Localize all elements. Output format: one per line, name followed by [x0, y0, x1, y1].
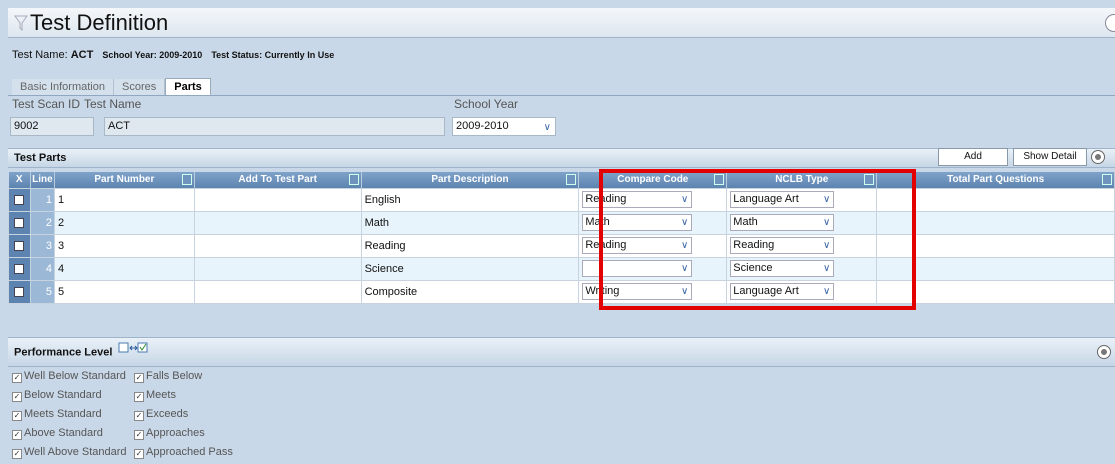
- checkbox-checked-icon[interactable]: ✓: [134, 411, 144, 421]
- performance-item: ✓ Well Below Standard: [12, 370, 126, 383]
- school-year-text: School Year: 2009-2010: [102, 50, 203, 60]
- part-number-cell[interactable]: 1: [53, 187, 195, 212]
- part-number-cell[interactable]: 3: [53, 233, 195, 258]
- row-checkbox[interactable]: [14, 286, 25, 297]
- sort-icon[interactable]: [566, 174, 577, 185]
- checkbox-checked-icon[interactable]: ✓: [12, 392, 22, 402]
- checkbox-checked-icon[interactable]: ✓: [134, 392, 144, 402]
- part-description-cell[interactable]: Composite: [360, 279, 580, 304]
- checkbox-checked-icon[interactable]: ✓: [12, 430, 22, 440]
- column-header[interactable]: Add To Test Part: [194, 172, 362, 188]
- performance-level-header: Performance Level: [8, 337, 1115, 367]
- part-description-cell[interactable]: Reading: [360, 233, 580, 258]
- part-number-cell[interactable]: 2: [53, 210, 195, 235]
- table-row: 1 1 English Reading ∨ Language Art ∨: [8, 187, 1115, 212]
- add-to-part-cell[interactable]: [193, 187, 362, 212]
- performance-item: ✓ Above Standard: [12, 427, 103, 440]
- tab-basic-information[interactable]: Basic Information: [12, 79, 114, 96]
- part-description-cell[interactable]: English: [360, 187, 580, 212]
- test-name-field[interactable]: ACT: [104, 117, 445, 136]
- line-number: 1: [29, 187, 55, 212]
- highlight-box: [599, 169, 916, 310]
- test-status-text: Test Status: Currently In Use: [211, 50, 335, 60]
- scan-id-field[interactable]: 9002: [10, 117, 94, 136]
- performance-item: ✓ Below Standard: [12, 389, 102, 402]
- table-row: 4 4 Science ∨ Science ∨: [8, 256, 1115, 281]
- line-number: 3: [29, 233, 55, 258]
- table-header-row: X Line Part Number Add To Test Part Part…: [8, 172, 1115, 188]
- checkbox-checked-icon[interactable]: ✓: [12, 373, 22, 383]
- line-number: 2: [29, 210, 55, 235]
- chevron-down-icon: ∨: [543, 122, 551, 133]
- test-name-value: ACT: [70, 49, 94, 61]
- sort-icon[interactable]: [1102, 174, 1112, 185]
- part-number-cell[interactable]: 5: [53, 279, 195, 304]
- checkbox-checked-icon[interactable]: ✓: [134, 373, 144, 383]
- test-parts-title: Test Parts: [14, 152, 67, 164]
- add-to-part-cell[interactable]: [193, 279, 362, 304]
- options-icon[interactable]: [1097, 345, 1111, 359]
- tab-scores[interactable]: Scores: [113, 79, 166, 96]
- tab-bar: Basic Information Scores Parts: [12, 78, 211, 96]
- performance-item: ✓ Well Above Standard: [12, 446, 127, 459]
- column-header[interactable]: Line: [30, 172, 55, 188]
- table-row: 5 5 Composite Writing ∨ Language Art ∨: [8, 279, 1115, 304]
- sort-icon[interactable]: [348, 174, 359, 185]
- checkbox-checked-icon[interactable]: ✓: [134, 449, 144, 459]
- add-button[interactable]: Add: [938, 148, 1008, 166]
- school-year-select[interactable]: 2009-2010 ∨: [452, 117, 556, 136]
- column-header[interactable]: Part Number: [54, 172, 195, 188]
- performance-item: ✓ Meets Standard: [12, 408, 102, 421]
- collapse-icon[interactable]: [1105, 14, 1115, 32]
- tab-divider: [8, 95, 1115, 96]
- row-checkbox[interactable]: [14, 217, 25, 228]
- column-header[interactable]: Part Description: [361, 172, 580, 188]
- page-title: Test Definition: [30, 10, 169, 35]
- title-bar: Test Definition: [8, 8, 1115, 38]
- options-icon[interactable]: [1091, 150, 1105, 164]
- table-row: 2 2 Math Math ∨ Math ∨: [8, 210, 1115, 235]
- performance-item: ✓ Falls Below: [134, 370, 203, 383]
- row-checkbox[interactable]: [14, 240, 25, 251]
- line-number: 4: [29, 256, 55, 281]
- scan-id-label: Test Scan ID: [12, 97, 81, 111]
- line-number: 5: [29, 279, 55, 304]
- test-parts-table: X Line Part Number Add To Test Part Part…: [8, 172, 1115, 304]
- school-year-label: School Year: [454, 97, 519, 111]
- tab-parts[interactable]: Parts: [165, 78, 211, 95]
- column-header[interactable]: X: [8, 172, 31, 188]
- show-detail-button[interactable]: Show Detail: [1013, 148, 1087, 166]
- part-description-cell[interactable]: Math: [360, 210, 580, 235]
- test-name-label: Test Name:: [12, 49, 68, 61]
- checkbox-checked-icon[interactable]: ✓: [12, 411, 22, 421]
- part-description-cell[interactable]: Science: [360, 256, 580, 281]
- table-row: 3 3 Reading Reading ∨ Reading ∨: [8, 233, 1115, 258]
- add-to-part-cell[interactable]: [193, 233, 362, 258]
- performance-level-title: Performance Level: [14, 346, 113, 359]
- performance-item: ✓ Approaches: [134, 427, 205, 440]
- test-name-field-label: Test Name: [84, 97, 142, 111]
- school-year-value: 2009-2010: [456, 120, 509, 132]
- performance-item: ✓ Exceeds: [134, 408, 189, 421]
- filter-icon: [14, 15, 28, 34]
- sort-icon[interactable]: [181, 174, 192, 185]
- add-to-part-cell[interactable]: [193, 256, 362, 281]
- checkbox-checked-icon[interactable]: ✓: [12, 449, 22, 459]
- performance-item: ✓ Approached Pass: [134, 446, 233, 459]
- add-to-part-cell[interactable]: [193, 210, 362, 235]
- part-number-cell[interactable]: 4: [53, 256, 195, 281]
- test-summary: Test Name: ACT School Year: 2009-2010 Te…: [12, 49, 334, 61]
- performance-item: ✓ Meets: [134, 389, 176, 402]
- swap-icon[interactable]: [118, 338, 148, 367]
- row-checkbox[interactable]: [14, 263, 25, 274]
- row-checkbox[interactable]: [14, 194, 25, 205]
- checkbox-checked-icon[interactable]: ✓: [134, 430, 144, 440]
